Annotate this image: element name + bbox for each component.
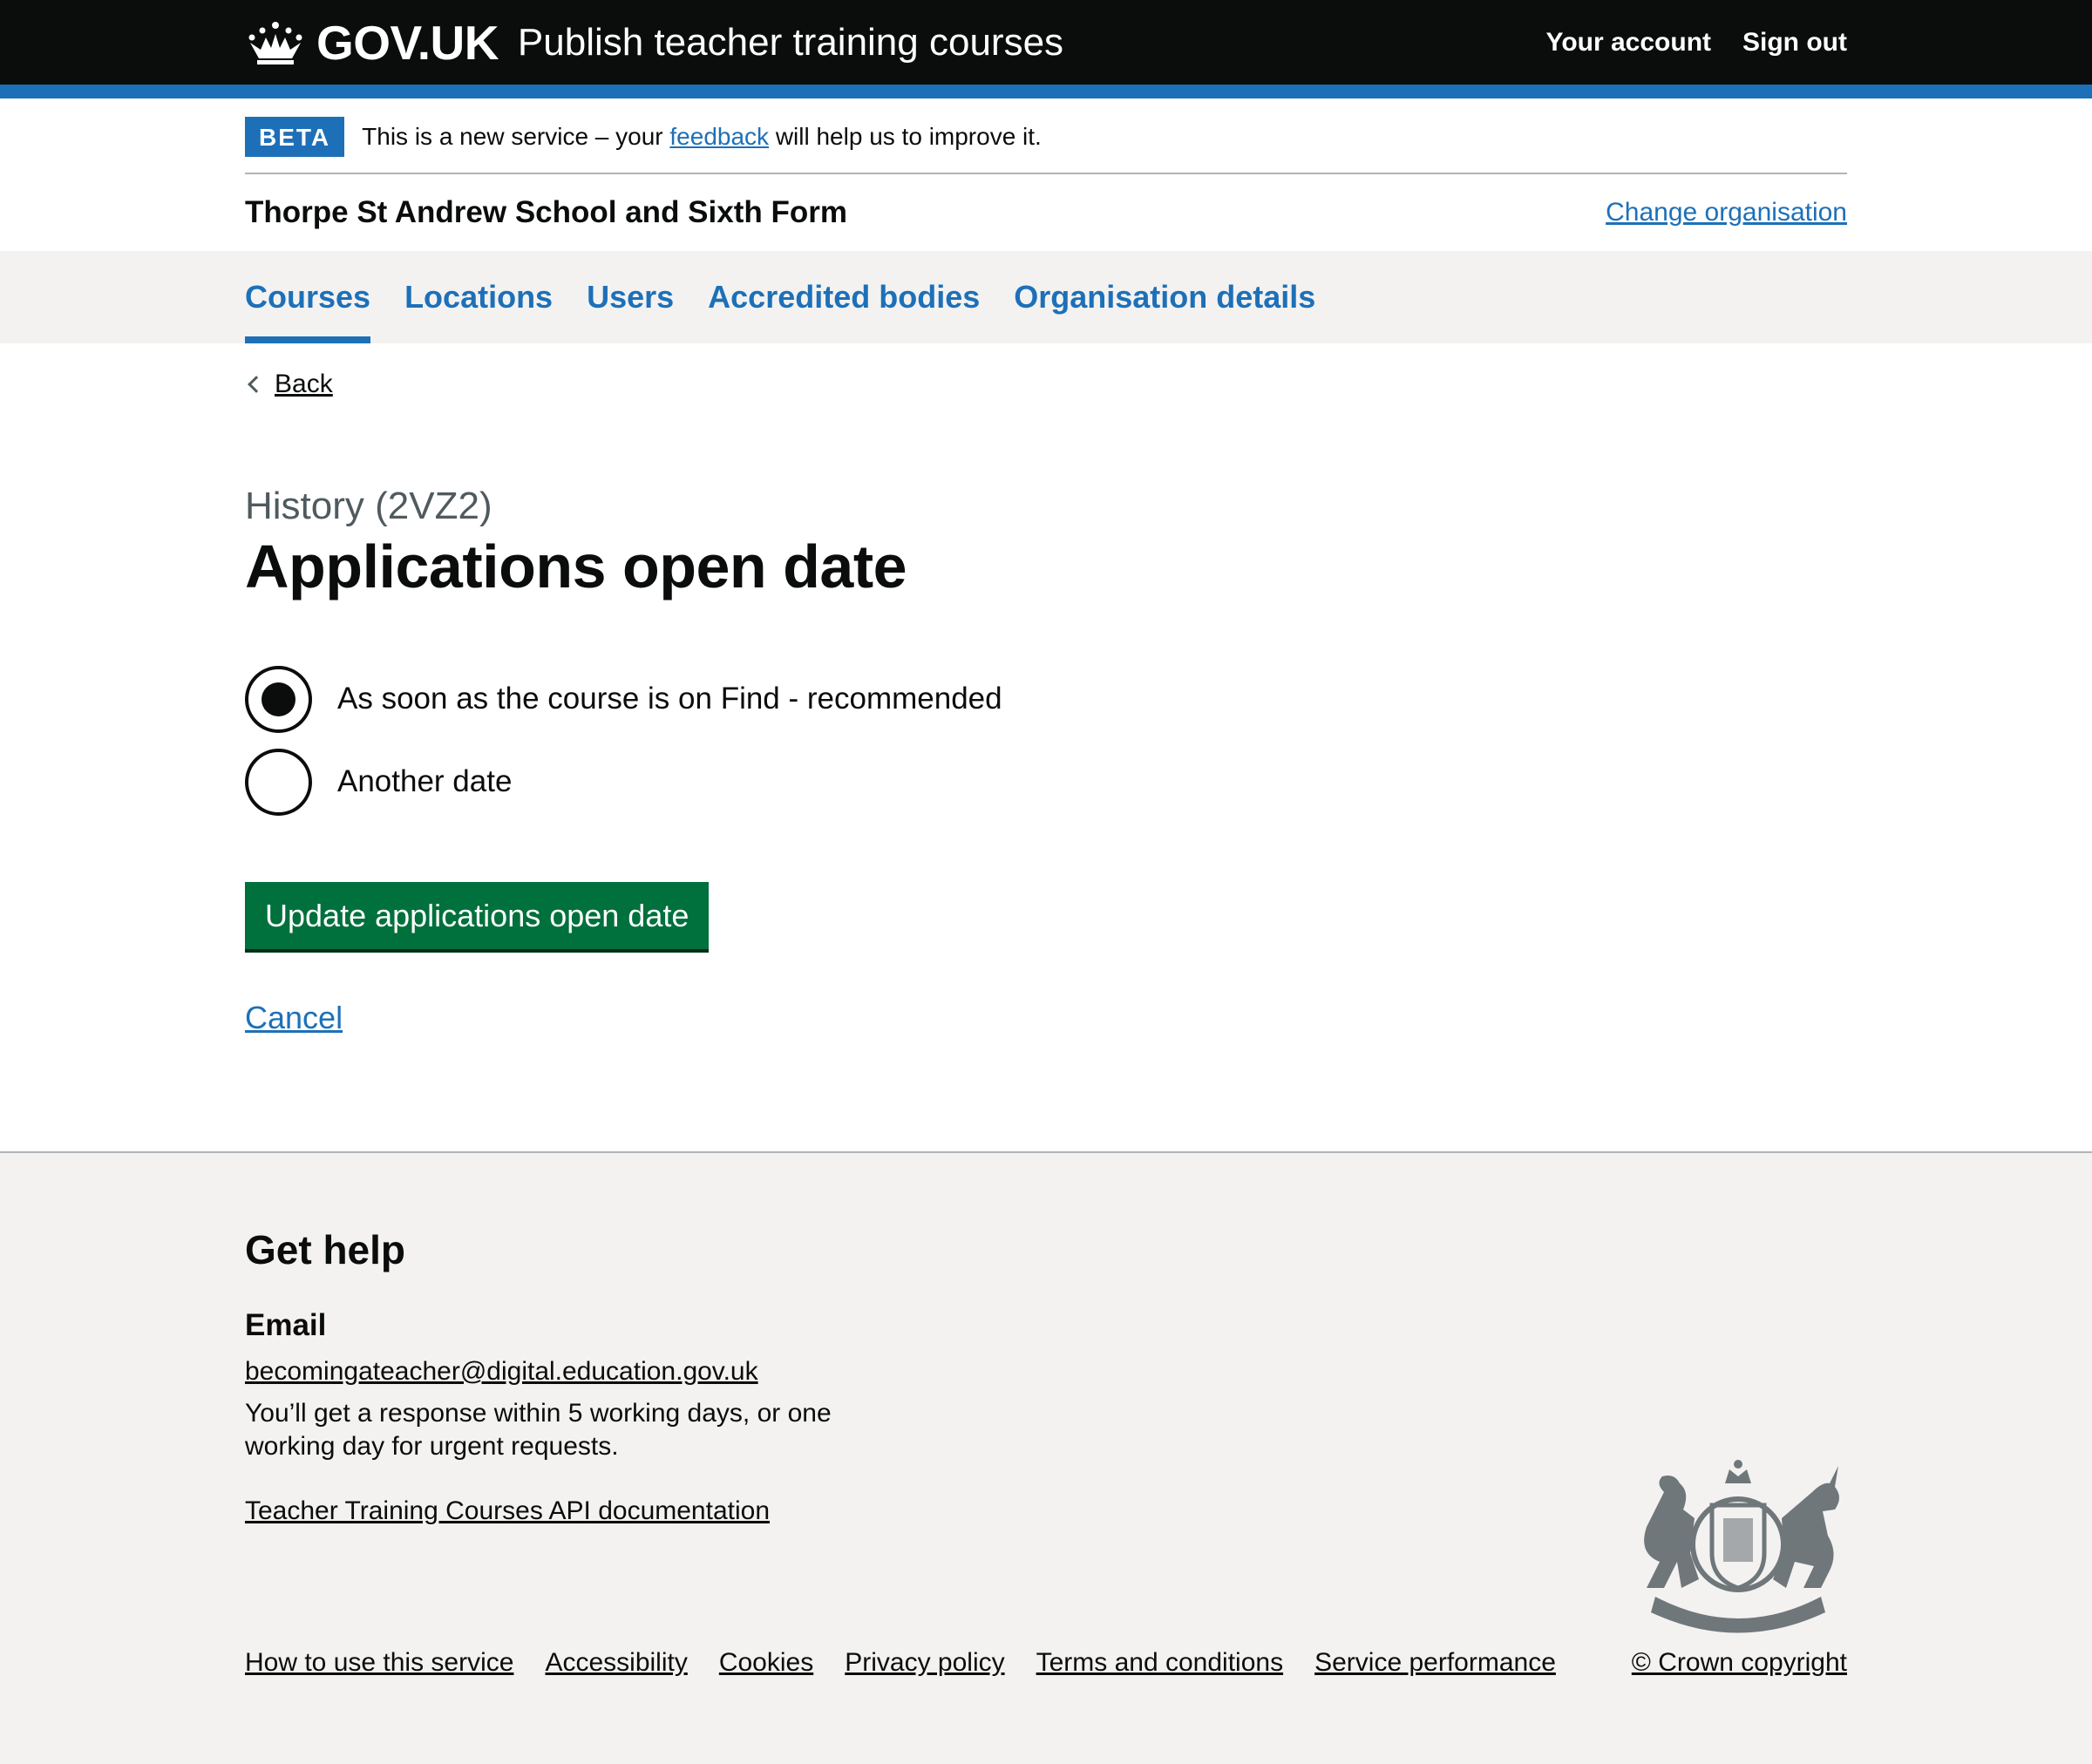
- radio-label[interactable]: Another date: [337, 764, 512, 799]
- organisation-name: Thorpe St Andrew School and Sixth Form: [245, 195, 847, 229]
- applications-open-radios: As soon as the course is on Find - recom…: [245, 664, 1847, 817]
- radio-label[interactable]: As soon as the course is on Find - recom…: [337, 682, 1002, 716]
- support-email-link[interactable]: becomingateacher@digital.education.gov.u…: [245, 1357, 758, 1387]
- footer-link-accessibility[interactable]: Accessibility: [545, 1648, 687, 1678]
- nav-courses[interactable]: Courses: [245, 251, 371, 343]
- chevron-left-icon: [248, 376, 265, 393]
- main-content: Back History (2VZ2) Applications open da…: [245, 343, 1847, 1036]
- footer-link-privacy-policy[interactable]: Privacy policy: [845, 1648, 1004, 1678]
- feedback-link[interactable]: feedback: [669, 123, 769, 150]
- page-title: Applications open date: [245, 533, 907, 600]
- phase-banner-text: This is a new service – your feedback wi…: [362, 123, 1042, 151]
- footer-link-service-performance[interactable]: Service performance: [1314, 1648, 1556, 1678]
- govuk-logo-text: GOV.UK: [316, 15, 499, 70]
- service-name[interactable]: Publish teacher training courses: [518, 21, 1063, 64]
- organisation-bar: Thorpe St Andrew School and Sixth Form C…: [245, 174, 1847, 251]
- get-help-heading: Get help: [245, 1227, 406, 1272]
- phase-banner: BETA This is a new service – your feedba…: [245, 98, 1847, 174]
- nav-accredited-bodies[interactable]: Accredited bodies: [708, 251, 980, 343]
- radio-button-unchecked[interactable]: [245, 748, 312, 816]
- site-footer: Get help Email becomingateacher@digital.…: [0, 1151, 2092, 1764]
- api-documentation-link[interactable]: Teacher Training Courses API documentati…: [245, 1496, 770, 1526]
- beta-tag: BETA: [245, 116, 345, 157]
- footer-navigation: How to use this service Accessibility Co…: [245, 1648, 1556, 1678]
- header-blue-bar: [0, 85, 2092, 98]
- footer-link-how-to-use[interactable]: How to use this service: [245, 1648, 513, 1678]
- back-link-label: Back: [275, 370, 333, 398]
- crown-copyright-link[interactable]: © Crown copyright: [1632, 1648, 1847, 1678]
- govuk-logo-link[interactable]: GOV.UK: [245, 15, 499, 71]
- radio-button-checked[interactable]: [245, 665, 312, 733]
- update-applications-open-date-button[interactable]: Update applications open date: [245, 882, 710, 949]
- back-link[interactable]: Back: [245, 370, 333, 399]
- phase-text-before: This is a new service – your: [362, 122, 670, 150]
- phase-text-after: will help us to improve it.: [769, 122, 1042, 150]
- nav-users[interactable]: Users: [587, 251, 674, 343]
- change-organisation-link[interactable]: Change organisation: [1606, 198, 1847, 227]
- your-account-link[interactable]: Your account: [1546, 28, 1711, 58]
- header-navigation: Your account Sign out: [1546, 28, 1847, 58]
- site-header: GOV.UK Publish teacher training courses …: [0, 0, 2092, 85]
- royal-coat-of-arms-icon: [1644, 1460, 1839, 1633]
- primary-navigation: Courses Locations Users Accredited bodie…: [0, 251, 2092, 343]
- footer-link-cookies[interactable]: Cookies: [719, 1648, 813, 1678]
- radio-selected-dot: [262, 682, 295, 716]
- footer-link-terms[interactable]: Terms and conditions: [1036, 1648, 1283, 1678]
- nav-locations[interactable]: Locations: [404, 251, 553, 343]
- sign-out-link[interactable]: Sign out: [1742, 28, 1847, 58]
- radio-option-another-date[interactable]: Another date: [245, 747, 1847, 817]
- crown-icon: [248, 21, 302, 64]
- email-heading: Email: [245, 1308, 327, 1342]
- response-time-text: You’ll get a response within 5 working d…: [245, 1399, 832, 1461]
- course-caption: History (2VZ2): [245, 485, 492, 527]
- cancel-link[interactable]: Cancel: [245, 1000, 343, 1036]
- radio-option-as-soon-as-on-find[interactable]: As soon as the course is on Find - recom…: [245, 664, 1847, 734]
- nav-organisation-details[interactable]: Organisation details: [1014, 251, 1315, 343]
